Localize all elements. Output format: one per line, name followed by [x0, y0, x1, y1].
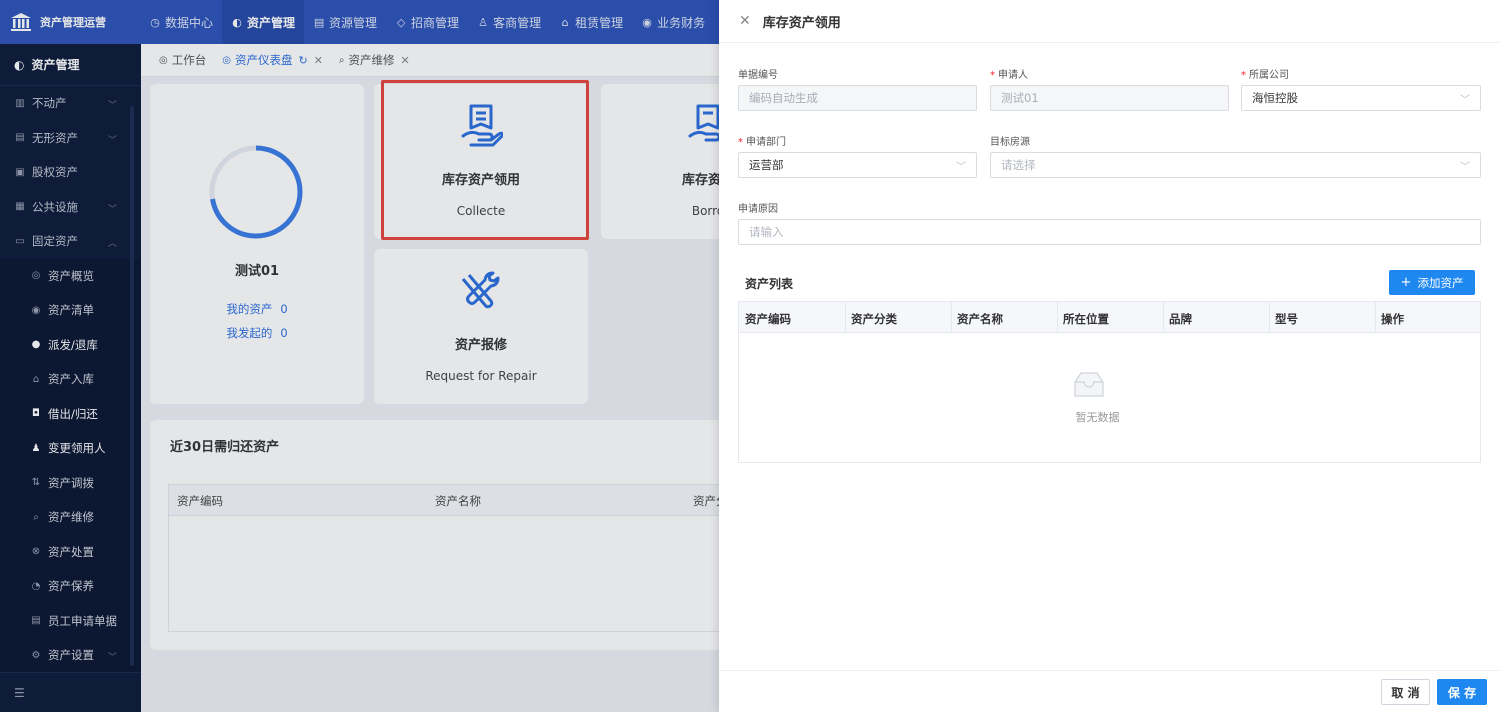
cancel-button[interactable]: 取 消: [1381, 679, 1430, 705]
company-label: * 所属公司: [1241, 70, 1289, 81]
column-header: 操作: [1381, 312, 1404, 326]
column-header: 资产编码: [745, 312, 791, 326]
column-header: 资产分类: [851, 312, 897, 326]
asset-list-title: 资产列表: [745, 277, 794, 291]
applicant-label: * 申请人: [990, 70, 1028, 81]
modal-overlay[interactable]: [0, 0, 719, 712]
column-header: 资产名称: [957, 312, 1003, 326]
empty-box-icon: [1074, 372, 1104, 397]
save-button[interactable]: 保 存: [1437, 679, 1487, 705]
asset-table-header: 资产编码 资产分类 资产名称 所在位置 品牌 型号 操作: [739, 302, 1480, 333]
required-mark: *: [738, 137, 743, 148]
dept-select[interactable]: 运营部 ﹀: [738, 152, 977, 178]
app-root: 资产管理运营 ◷ 数据中心 ◐ 资产管理 ▤ 资源管理 ◇ 招商管理 ♙ 客商管理 ⌂ 租赁…: [0, 0, 1500, 712]
add-asset-button[interactable]: + 添加资产: [1389, 270, 1475, 295]
asset-table: 资产编码 资产分类 资产名称 所在位置 品牌 型号 操作: [738, 301, 1481, 463]
company-select[interactable]: 海恒控股 ﹀: [1241, 85, 1481, 111]
chevron-down-icon: ﹀: [1460, 95, 1470, 106]
drawer-title: 库存资产领用: [762, 15, 841, 31]
applicant-field: 测试01: [990, 85, 1229, 111]
column-header: 型号: [1275, 312, 1298, 326]
reason-input[interactable]: 请输入: [738, 219, 1481, 245]
empty-text: 暂无数据: [1075, 411, 1120, 424]
close-icon[interactable]: ✕: [739, 13, 751, 29]
target-select[interactable]: 请选择 ﹀: [990, 152, 1481, 178]
required-mark: *: [990, 70, 995, 81]
reason-label: 申请原因: [738, 204, 778, 215]
doc-no-field: 编码自动生成: [738, 85, 977, 111]
chevron-down-icon: ﹀: [956, 162, 966, 173]
chevron-down-icon: ﹀: [1460, 162, 1470, 173]
collect-drawer: ✕ 库存资产领用 单据编号 编码自动生成 * 申请人 测试01 * 所属公司 海恒控…: [719, 0, 1500, 712]
column-header: 所在位置: [1063, 312, 1109, 326]
drawer-footer: 取 消 保 存: [719, 670, 1500, 712]
target-label: 目标房源: [990, 137, 1030, 148]
column-header: 品牌: [1169, 312, 1192, 326]
dept-label: * 申请部门: [738, 137, 786, 148]
drawer-header: ✕ 库存资产领用: [719, 0, 1500, 43]
doc-no-label: 单据编号: [738, 70, 778, 81]
plus-icon: +: [1400, 275, 1412, 290]
required-mark: *: [1241, 70, 1246, 81]
